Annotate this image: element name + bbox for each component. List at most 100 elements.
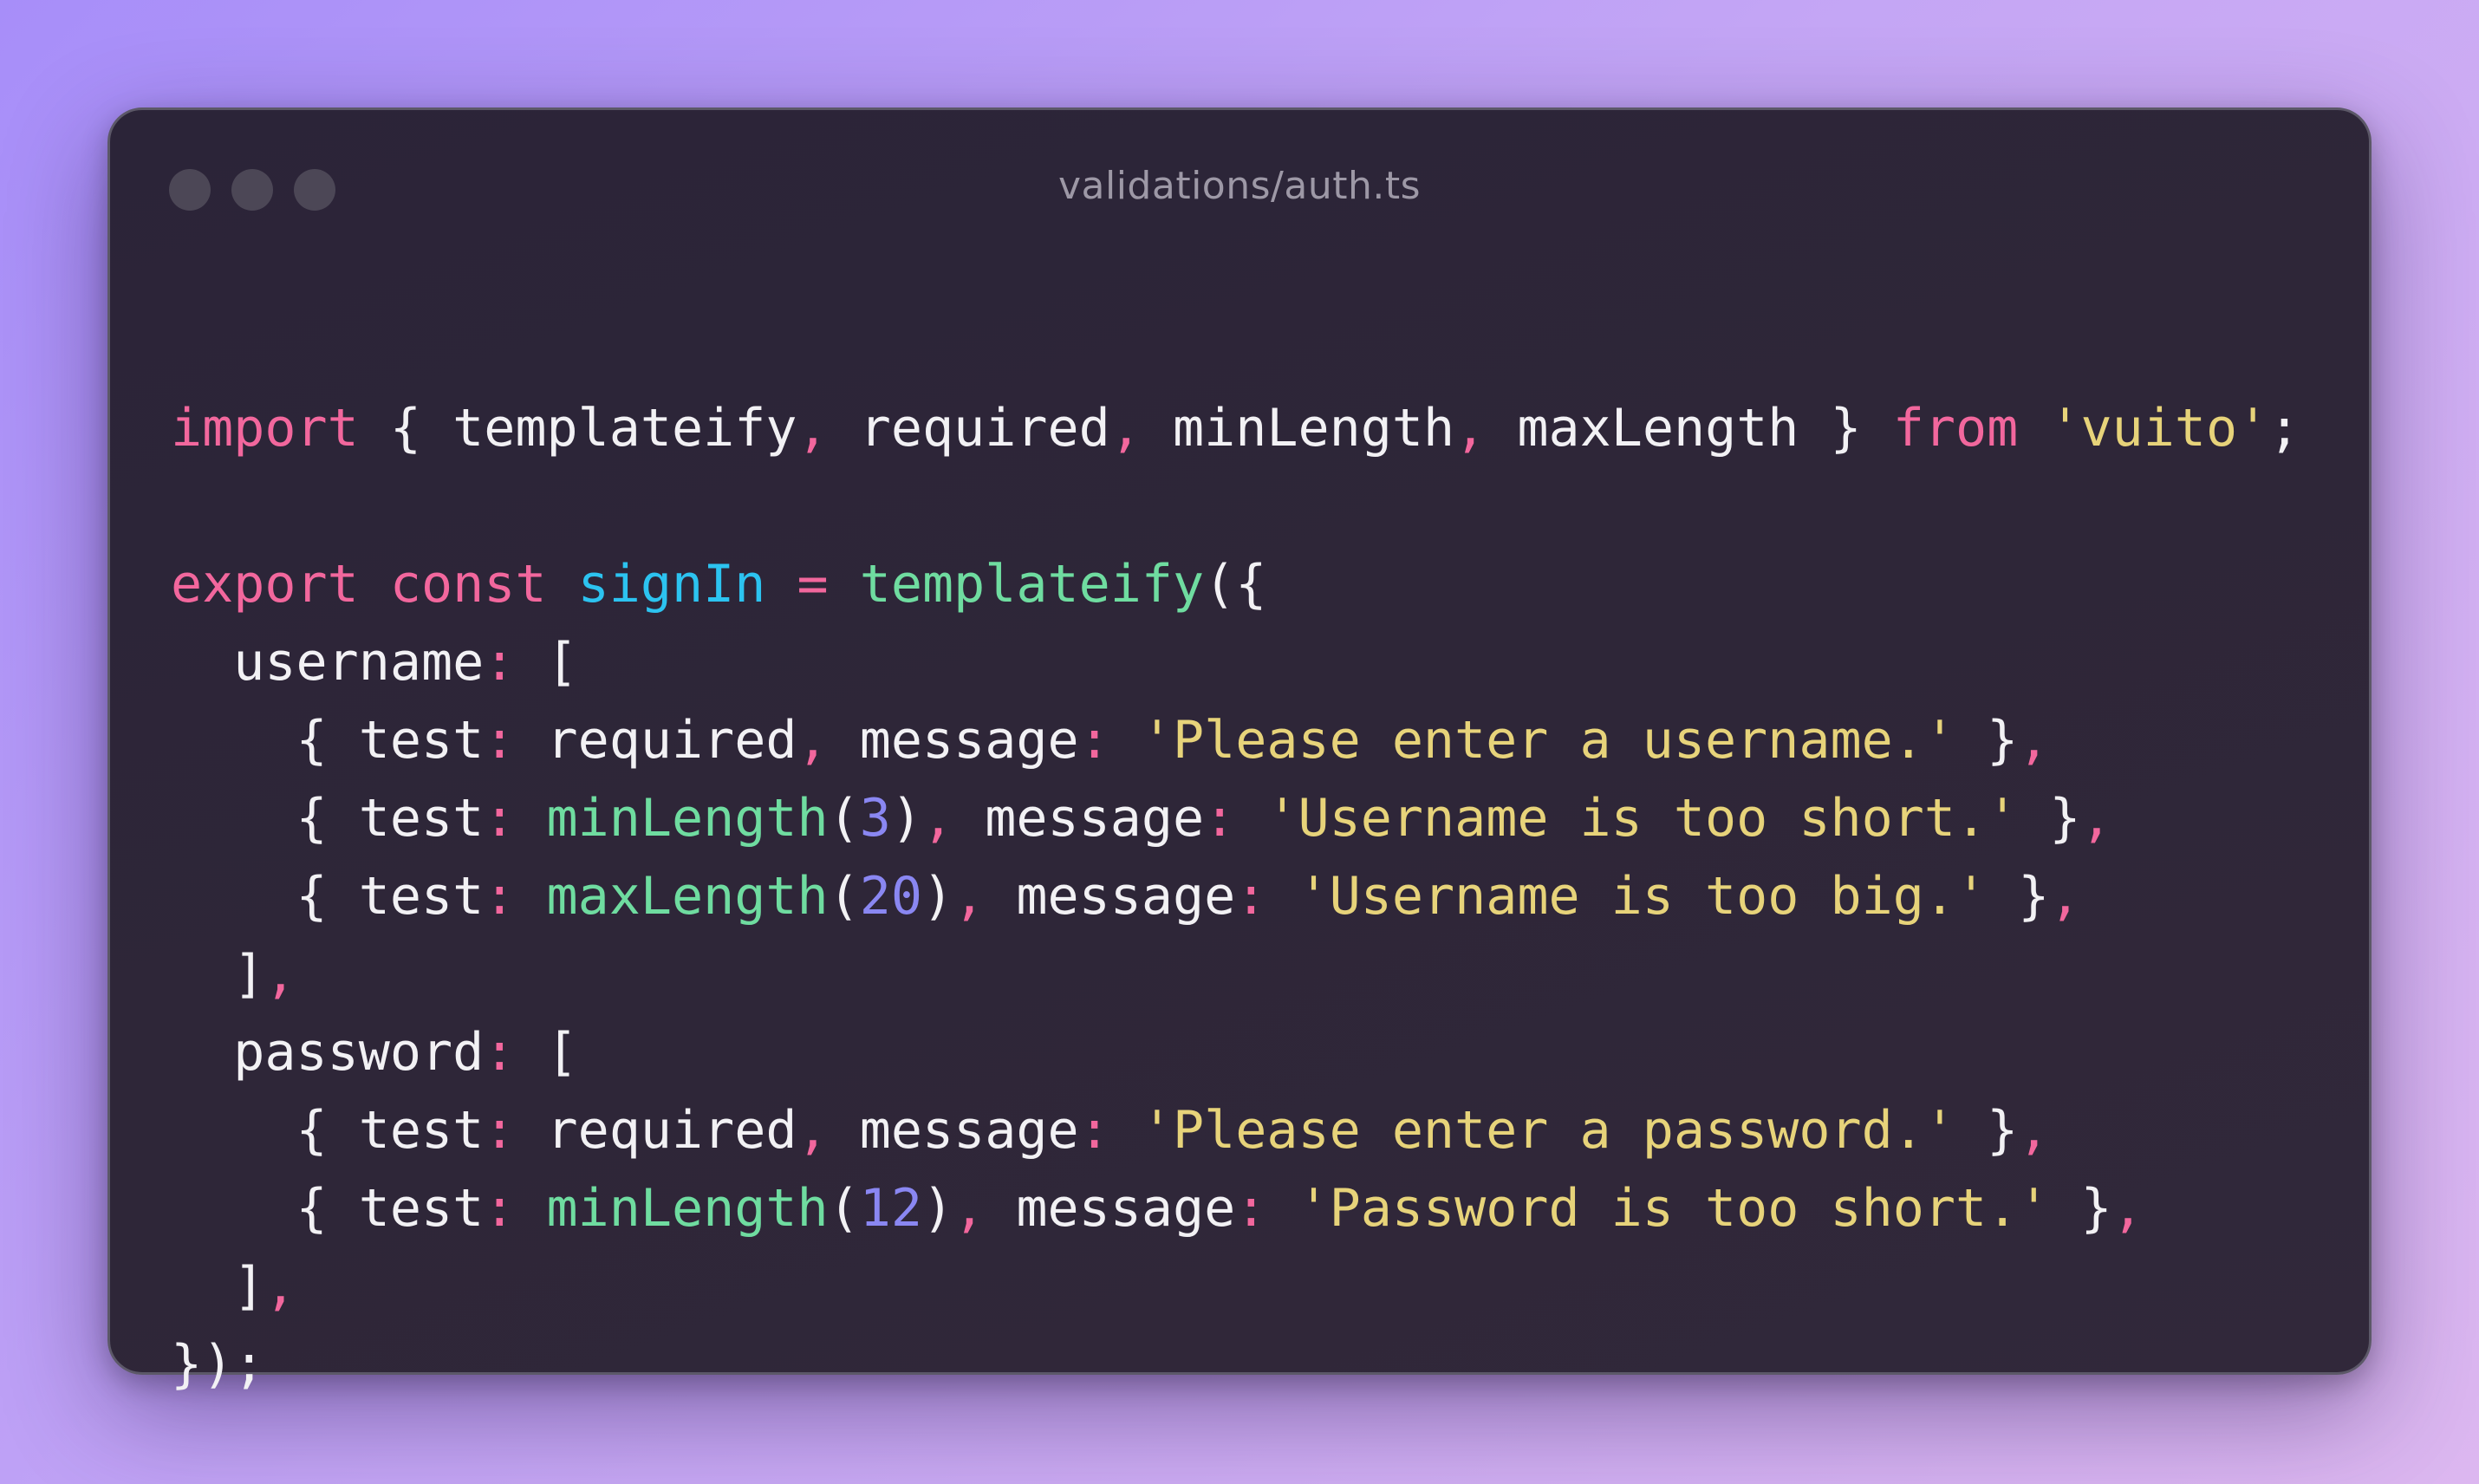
- string-token: 'Username is too big.': [1298, 866, 1988, 927]
- punctuation-token: ,: [953, 866, 986, 927]
- string-token: 'vuito': [2049, 398, 2269, 459]
- code-line: { test: maxLength(20), message: 'Usernam…: [171, 857, 2300, 935]
- punctuation-token: ,: [264, 944, 296, 1005]
- punctuation-token: :: [484, 710, 516, 771]
- text-token: message: [828, 1100, 1079, 1161]
- text-token: username: [171, 632, 485, 693]
- code-line: import { templateify, required, minLengt…: [171, 389, 2300, 467]
- function-token: minLength: [546, 788, 829, 849]
- text-token: [: [515, 632, 578, 693]
- text-token: }: [2018, 788, 2081, 849]
- text-token: message: [953, 788, 1205, 849]
- text-token: required: [828, 398, 1110, 459]
- string-token: 'Please enter a password.': [1141, 1100, 1956, 1161]
- code-block: import { templateify, required, minLengt…: [171, 389, 2300, 1403]
- code-window: validations/auth.ts import { templateify…: [107, 107, 2372, 1395]
- number-token: 12: [859, 1178, 922, 1239]
- string-token: 'Password is too short.': [1298, 1178, 2050, 1239]
- text-token: [: [515, 1022, 578, 1083]
- punctuation-token: ,: [2018, 710, 2050, 771]
- code-line: ],: [171, 1247, 2300, 1325]
- punctuation-token: ,: [797, 1100, 829, 1161]
- text-token: }: [2049, 1178, 2112, 1239]
- text-token: }: [1955, 710, 2019, 771]
- punctuation-token: :: [484, 1178, 516, 1239]
- text-token: }: [1955, 1100, 2019, 1161]
- punctuation-token: ,: [2080, 788, 2112, 849]
- text-token: });: [171, 1334, 265, 1395]
- text-token: ): [921, 1178, 954, 1239]
- text-token: maxLength }: [1486, 398, 1893, 459]
- punctuation-token: :: [1204, 788, 1236, 849]
- function-token: templateify: [859, 554, 1205, 615]
- text-token: (: [828, 788, 860, 849]
- punctuation-token: ,: [2111, 1178, 2144, 1239]
- code-line: { test: required, message: 'Please enter…: [171, 1091, 2300, 1169]
- punctuation-token: ,: [797, 398, 829, 459]
- text-token: required: [515, 1100, 797, 1161]
- punctuation-token: ,: [953, 1178, 986, 1239]
- string-token: 'Username is too short.': [1266, 788, 2019, 849]
- text-token: ): [890, 788, 922, 849]
- text-token: (: [828, 1178, 860, 1239]
- punctuation-token: :: [484, 866, 516, 927]
- code-line: ​: [171, 467, 2300, 545]
- text-token: required: [515, 710, 797, 771]
- text-token: }: [1987, 866, 2050, 927]
- punctuation-token: :: [1078, 1100, 1110, 1161]
- code-line: { test: minLength(3), message: 'Username…: [171, 779, 2300, 857]
- function-token: minLength: [546, 1178, 829, 1239]
- keyword-token: export: [171, 554, 359, 615]
- text-token: message: [828, 710, 1079, 771]
- code-line: ],: [171, 935, 2300, 1013]
- code-line: password: [: [171, 1013, 2300, 1091]
- text-token: (: [828, 866, 860, 927]
- keyword-token: import: [171, 398, 359, 459]
- punctuation-token: :: [484, 788, 516, 849]
- text-token: message: [985, 866, 1236, 927]
- file-name-title: validations/auth.ts: [1057, 164, 1422, 208]
- punctuation-token: ,: [1454, 398, 1487, 459]
- code-line: export const signIn = templateify({: [171, 545, 2300, 623]
- punctuation-token: :: [484, 1100, 516, 1161]
- text-token: { test: [171, 1100, 485, 1161]
- text-token: ]: [171, 944, 265, 1005]
- text-token: minLength: [1141, 398, 1455, 459]
- number-token: 20: [859, 866, 922, 927]
- punctuation-token: ,: [2018, 1100, 2050, 1161]
- text-token: ]: [171, 1256, 265, 1317]
- code-line: { test: minLength(12), message: 'Passwor…: [171, 1169, 2300, 1247]
- punctuation-token: ,: [1109, 398, 1142, 459]
- punctuation-token: ,: [921, 788, 954, 849]
- punctuation-token: :: [1235, 1178, 1267, 1239]
- punctuation-token: ,: [797, 710, 829, 771]
- text-token: ({: [1204, 554, 1267, 615]
- window-titlebar: validations/auth.ts: [110, 110, 2369, 275]
- string-token: 'Please enter a username.': [1141, 710, 1956, 771]
- text-token: password: [171, 1022, 485, 1083]
- text-token: { test: [171, 788, 485, 849]
- punctuation-token: ,: [2049, 866, 2081, 927]
- text-token: { test: [171, 710, 485, 771]
- text-token: message: [985, 1178, 1236, 1239]
- punctuation-token: =: [797, 554, 829, 615]
- punctuation-token: ,: [264, 1256, 296, 1317]
- punctuation-token: :: [1078, 710, 1110, 771]
- text-token: ): [921, 866, 954, 927]
- text-token: ;: [2268, 398, 2300, 459]
- keyword-token: from: [1892, 398, 2019, 459]
- code-line: username: [: [171, 623, 2300, 701]
